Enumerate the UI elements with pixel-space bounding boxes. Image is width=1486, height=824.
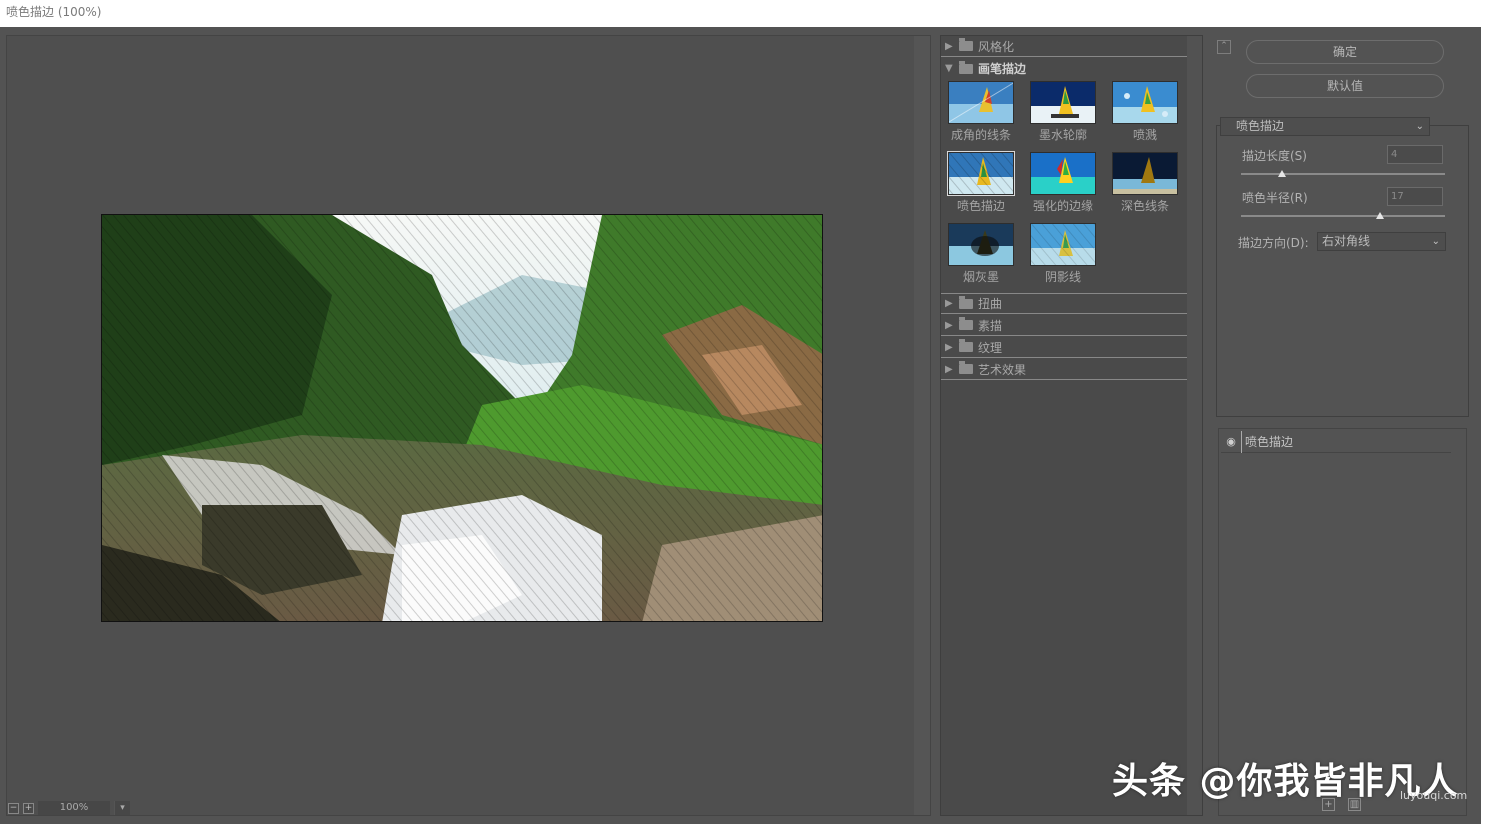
default-button[interactable]: 默认值 xyxy=(1246,74,1444,98)
spray-radius-input[interactable]: 17 xyxy=(1387,187,1443,206)
thumbnail-image xyxy=(1030,223,1096,266)
thumb-accented-edges[interactable]: 强化的边缘 xyxy=(1030,152,1098,214)
spray-radius-slider-thumb[interactable] xyxy=(1375,212,1384,219)
collapse-icon[interactable]: ⌃ xyxy=(1217,40,1231,54)
thumb-sprayed-strokes[interactable]: 喷色描边 xyxy=(947,151,1016,214)
thumbnail-image xyxy=(1112,152,1178,195)
zoom-dropdown-chevron-icon[interactable]: ▾ xyxy=(114,801,130,815)
thumb-sumi-e[interactable]: 烟灰墨 xyxy=(948,223,1016,285)
category-label: 风格化 xyxy=(978,39,1015,54)
thumb-dark-strokes[interactable]: 深色线条 xyxy=(1112,152,1180,214)
ok-button[interactable]: 确定 xyxy=(1246,40,1444,64)
layer-divider xyxy=(1241,430,1242,453)
folder-icon xyxy=(959,60,973,74)
window-title: 喷色描边 (100%) xyxy=(0,0,1486,27)
stroke-length-slider[interactable] xyxy=(1241,173,1445,175)
thumb-spatter[interactable]: 喷溅 xyxy=(1112,81,1180,143)
category-brush-strokes[interactable]: ▼ 画笔描边 xyxy=(941,58,1188,79)
expand-arrow-icon: ▶ xyxy=(945,298,953,309)
thumb-crosshatch[interactable]: 阴影线 xyxy=(1030,223,1098,285)
category-label: 画笔描边 xyxy=(978,62,1027,76)
spray-radius-slider[interactable] xyxy=(1241,215,1445,217)
thumb-picture xyxy=(1031,153,1095,194)
collapse-arrow-icon: ▼ xyxy=(945,63,953,74)
thumb-angled-strokes[interactable]: 成角的线条 xyxy=(948,81,1016,143)
folder-icon xyxy=(959,295,973,309)
chevron-down-icon: ⌄ xyxy=(1415,121,1424,132)
expand-arrow-icon: ▶ xyxy=(945,319,953,331)
thumbnail-label: 墨水轮廓 xyxy=(1038,128,1087,142)
spray-radius-label: 喷色半径(R) xyxy=(1242,191,1308,205)
filter-select-value: 喷色描边 xyxy=(1236,119,1285,133)
thumbnail-label: 成角的线条 xyxy=(950,128,1011,142)
chevron-down-icon: ⌄ xyxy=(1431,236,1440,247)
layer-name: 喷色描边 xyxy=(1245,435,1294,449)
thumb-picture xyxy=(949,153,1013,194)
thumb-picture xyxy=(949,224,1013,265)
gallery-scrollbar[interactable] xyxy=(1187,36,1202,815)
thumb-picture xyxy=(1031,224,1095,265)
folder-icon xyxy=(959,361,973,374)
thumbnail-image xyxy=(948,81,1014,124)
category-sketch[interactable]: ▶ 素描 xyxy=(941,315,1188,336)
zoom-in-button[interactable]: + xyxy=(23,802,34,814)
thumbnail-label: 强化的边缘 xyxy=(1032,199,1093,213)
category-artistic[interactable]: ▶ 艺术效果 xyxy=(941,359,1188,380)
stroke-direction-label: 描边方向(D): xyxy=(1238,236,1309,250)
thumbnail-label: 阴影线 xyxy=(1044,270,1081,284)
folder-icon xyxy=(959,317,973,330)
category-label: 艺术效果 xyxy=(978,362,1027,377)
thumb-picture xyxy=(1031,82,1095,123)
effect-layer-row[interactable]: ◉ 喷色描边 xyxy=(1221,430,1451,453)
category-texture[interactable]: ▶ 纹理 xyxy=(941,337,1188,358)
thumbnail-label: 深色线条 xyxy=(1120,199,1169,213)
thumbnail-image xyxy=(947,151,1015,196)
preview-image[interactable] xyxy=(101,214,823,622)
expand-arrow-icon: ▶ xyxy=(945,40,953,52)
category-stylize[interactable]: ▶ 风格化 xyxy=(941,36,1188,57)
filter-gallery-panel: ▶ 风格化 ▼ 画笔描边 成角的线条 墨水轮廓 喷溅 喷色描边 强化的边缘 深色… xyxy=(940,35,1203,816)
expand-arrow-icon: ▶ xyxy=(945,341,953,353)
filter-select[interactable]: 喷色描边 ⌄ xyxy=(1220,117,1430,136)
category-label: 纹理 xyxy=(978,340,1003,355)
thumb-picture xyxy=(949,82,1013,123)
stroke-direction-select[interactable]: 右对角线 ⌄ xyxy=(1317,232,1446,251)
folder-icon xyxy=(959,38,973,51)
thumbnail-image xyxy=(1030,152,1096,195)
category-distort[interactable]: ▶ 扭曲 xyxy=(941,293,1188,314)
thumb-picture xyxy=(1113,153,1177,194)
zoom-level[interactable]: 100% xyxy=(38,801,110,815)
zoom-out-button[interactable]: − xyxy=(8,802,19,814)
thumbnail-image xyxy=(1112,81,1178,124)
folder-icon xyxy=(959,339,973,352)
stroke-length-label: 描边长度(S) xyxy=(1242,149,1307,163)
thumbnail-label: 喷溅 xyxy=(1132,128,1157,142)
category-label: 素描 xyxy=(978,318,1003,333)
thumbnail-label: 烟灰墨 xyxy=(962,270,999,284)
preview-scrollbar[interactable] xyxy=(914,36,930,815)
preview-panel[interactable] xyxy=(6,35,931,816)
expand-arrow-icon: ▶ xyxy=(945,363,953,375)
thumbnail-label: 喷色描边 xyxy=(956,199,1005,213)
filter-settings-group xyxy=(1216,125,1469,417)
stroke-length-input[interactable]: 4 xyxy=(1387,145,1443,164)
stroke-direction-value: 右对角线 xyxy=(1322,234,1371,248)
window-edge xyxy=(1481,0,1486,824)
eye-icon[interactable]: ◉ xyxy=(1221,435,1241,448)
thumb-picture xyxy=(1113,82,1177,123)
thumbnail-image xyxy=(1030,81,1096,124)
options-panel: ⌃ 确定 默认值 喷色描边 ⌄ 描边长度(S) 4 喷色半径(R) 17 描边方… xyxy=(1210,35,1478,816)
preview-landscape-image xyxy=(102,215,822,621)
thumb-ink-outlines[interactable]: 墨水轮廓 xyxy=(1030,81,1098,143)
watermark-site: luyouqi.com xyxy=(1400,789,1468,802)
category-label: 扭曲 xyxy=(978,297,1003,311)
zoom-controls: − + 100% ▾ xyxy=(8,800,236,816)
thumbnail-image xyxy=(948,223,1014,266)
stroke-length-slider-thumb[interactable] xyxy=(1277,170,1286,177)
